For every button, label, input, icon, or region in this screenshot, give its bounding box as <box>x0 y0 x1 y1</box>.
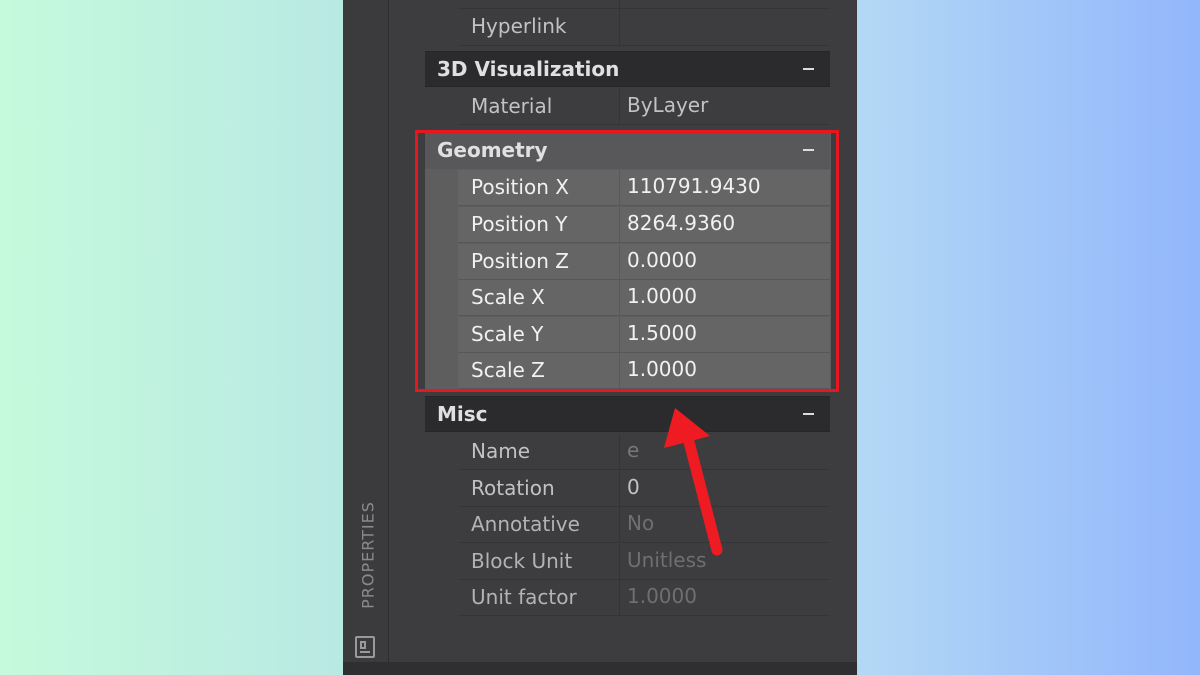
property-row-name[interactable]: Name e <box>458 434 830 470</box>
property-row-unit-factor[interactable]: Unit factor 1.0000 <box>458 580 830 616</box>
property-label: Unit factor <box>458 580 620 615</box>
property-label: Name <box>458 434 620 469</box>
property-row-annotative[interactable]: Annotative No <box>458 507 830 543</box>
property-value[interactable]: ByLayer <box>621 89 830 124</box>
property-label: Rotation <box>458 471 620 506</box>
section-title: Misc <box>437 402 488 426</box>
property-label: Hyperlink <box>458 9 620 45</box>
property-value: 1.0000 <box>627 584 697 608</box>
properties-side-label: PROPERTIES <box>358 501 378 609</box>
geometry-highlight-box <box>415 130 839 392</box>
property-label: Material <box>458 89 620 124</box>
section-header-misc[interactable]: Misc <box>425 396 830 432</box>
property-row-block-unit[interactable]: Block Unit Unitless <box>458 544 830 580</box>
property-value[interactable] <box>621 0 830 8</box>
annotation-arrow-icon <box>664 408 723 556</box>
panel-bottom-bar <box>343 662 857 675</box>
section-title: 3D Visualization <box>437 57 620 81</box>
section-header-3d-visualization[interactable]: 3D Visualization <box>425 51 830 87</box>
collapse-icon[interactable] <box>803 413 814 415</box>
property-value[interactable] <box>621 9 830 45</box>
collapse-icon[interactable] <box>803 68 814 70</box>
property-row-material[interactable]: Material ByLayer <box>458 89 830 125</box>
properties-panel-icon[interactable] <box>355 636 375 658</box>
property-row-hyperlink[interactable]: Hyperlink <box>458 9 830 46</box>
property-row-partial[interactable] <box>458 0 830 9</box>
property-label <box>458 0 620 8</box>
property-label: Annotative <box>458 507 620 542</box>
property-label: Block Unit <box>458 544 620 579</box>
property-row-rotation[interactable]: Rotation 0 <box>458 471 830 507</box>
